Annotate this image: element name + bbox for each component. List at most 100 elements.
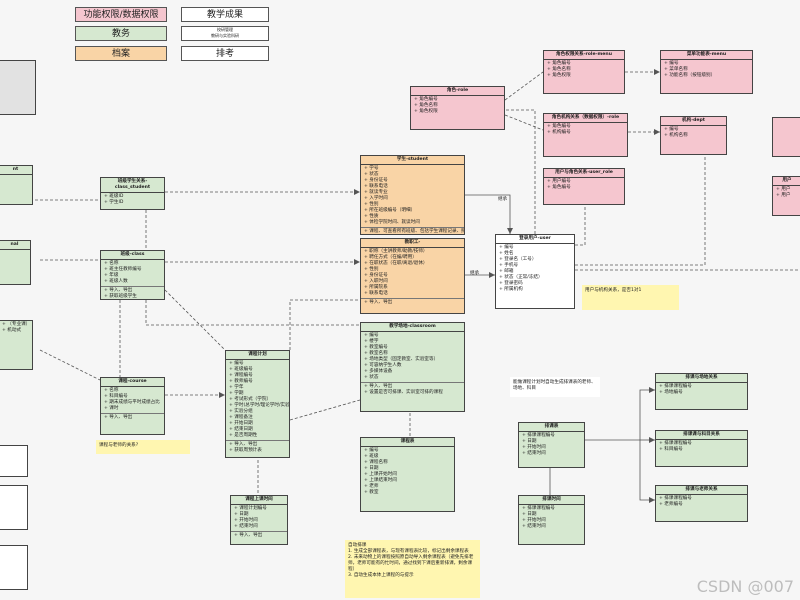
entity-title: nal <box>0 241 30 250</box>
entity-method: + 导入、导出 <box>234 533 263 538</box>
entity-fields: + 编号 + 班级 + 课程名称 + 日期 + 上课开始时间 + 上课结束时间 + 老师 + … <box>361 447 454 497</box>
entity-user-role: 用户与角色关系-user_role + 用户编号 + 角色编号 <box>543 168 625 205</box>
entity-exam: 排课表 + 排课课程编号 + 日期 + 开始时间 + 结束时间 <box>518 422 585 468</box>
entity-title: 班级学生关系-class_student <box>101 178 164 193</box>
entity-right-b: 用户 + 用户 + 用户 <box>772 176 800 216</box>
entity-left-a <box>0 60 36 115</box>
entity-field: + 是否周期性 <box>229 433 258 438</box>
entity-left-d: + （专业课） + 机动式 <box>0 320 33 370</box>
entity-methods: + 导入、导出 <box>101 414 164 422</box>
connector-label: 继承 <box>470 271 479 276</box>
entity-field: + 角色权限 <box>547 73 571 78</box>
entity-fields: + 学号 + 状态 + 身份证号 + 联系电话 + 就读专业 + 入学时间 + 性别 + 所在… <box>361 165 464 228</box>
entity-fields: + 角色编号 + 角色名称 + 角色权限 <box>411 96 504 116</box>
entity-title: 排课与场地关系 <box>656 374 747 383</box>
legend-function-data: 功能权限/数据权限 <box>75 7 167 22</box>
entity-fields: + 班级ID + 学生ID <box>101 193 164 207</box>
entity-field: + 角色权限 <box>414 109 438 114</box>
entity-field: + 课时 <box>104 406 119 411</box>
entity-role-dept: 角色机构关系（数据权限）-role + 角色编号 + 机构编号 <box>543 113 628 157</box>
connector-line <box>639 440 655 501</box>
note-auto-schedule: 自动排课 1. 生成全部课程表，与现有课程表比较，标记出剩余课程表 2. 未来动… <box>345 540 480 598</box>
entity-method: + 课程、可查看所有班级、包括学生课程记录、照片时间的、数据 <box>364 229 465 234</box>
entity-title: 排课时间 <box>519 496 584 505</box>
entity-left-g <box>0 545 28 590</box>
entity-role: 角色-role + 角色编号 + 角色名称 + 角色权限 <box>410 86 505 130</box>
entity-role-menu: 角色权限关系-role-menu + 角色编号 + 角色名称 + 角色权限 <box>543 50 625 94</box>
entity-fields: + （专业课） + 机动式 <box>0 321 32 335</box>
entity-title: 排课与老师关系 <box>656 486 747 495</box>
entity-field: + 机构编号 <box>547 130 571 135</box>
entity-title: 登录用户-user <box>496 235 574 244</box>
entity-fields: + 用户编号 + 角色编号 <box>544 178 624 192</box>
entity-title: 菜单功能表-menu <box>661 51 752 60</box>
entity-title: 课程上课时间 <box>231 496 287 505</box>
entity-left-f <box>0 485 28 530</box>
entity-teacher: 教职工- + 职称（主讲教师/助教/技师） + 聘任方式（在编/聘用） + 在职状态（… <box>360 238 465 314</box>
entity-title: 角色权限关系-role-menu <box>544 51 624 60</box>
entity-fields: + 排课课程编号 + 科目编号 <box>656 440 747 454</box>
entity-method: + 导入、导出 <box>364 300 393 305</box>
note-course-teacher: 课程与老师的关系? <box>96 440 190 454</box>
entity-schedule: 课程表 + 编号 + 班级 + 课程名称 + 日期 + 上课开始时间 + 上课结束时间 + 老… <box>360 437 455 512</box>
entity-field: + 教室 <box>364 490 379 495</box>
entity-class: 班级-class + 名称 + 班主任教师编号 + 年级 + 班级人数 + 导入、导出 + … <box>100 250 165 300</box>
entity-method: + 设置是否可排课、实训室可排的课程 <box>364 390 443 395</box>
connector-line <box>39 349 101 381</box>
entity-exam-subject: 排课课与科目关系 + 排课课程编号 + 科目编号 <box>655 430 748 467</box>
entity-fields: + 排课课程编号 + 场地编号 <box>656 383 747 397</box>
entity-title: 机构-dept <box>661 117 726 126</box>
entity-field: + 老师编号 <box>659 502 683 507</box>
entity-user: 登录用户-user + 编号 + 姓名 + 登录名（工号） + 手机号 + 邮箱 + 状态（… <box>495 234 575 309</box>
entity-field: + 机动式 <box>2 328 22 333</box>
entity-title: 角色机构关系（数据权限）-role <box>544 114 627 123</box>
entity-methods: + 导入、导出 + 设置是否可排课、实训室可排的课程 <box>361 383 464 397</box>
connector-label: 继承 <box>498 197 507 202</box>
entity-title: 课程计划 <box>226 351 289 360</box>
entity-field: + 功能名称（按钮级别） <box>664 73 716 78</box>
entity-field: + 所属机构 <box>499 287 523 292</box>
note-plan-generate: 能做课程计划时自动生成排课表的老师、场地、科目 <box>510 377 600 397</box>
connector-line <box>145 300 360 326</box>
entity-field: + 结束时间 <box>234 524 258 529</box>
entity-fields: + 编号 + 菜单名称 + 功能名称（按钮级别） <box>661 60 752 80</box>
legend-research-sub: 教研与实验科研 <box>211 33 239 38</box>
entity-fields: + 职称（主讲教师/助教/技师） + 聘任方式（在编/聘用） + 在职状态（在职/离… <box>361 248 464 299</box>
entity-method: + 获取班级学生 <box>104 294 137 299</box>
connector-line <box>504 71 544 101</box>
entity-field: + 学生ID <box>104 200 124 205</box>
entity-title: 教学场地-classroom <box>361 323 464 332</box>
entity-methods: + 课程、可查看所有班级、包括学生课程记录、照片时间的、数据 <box>361 228 465 234</box>
entity-fields: + 角色编号 + 机构编号 <box>544 123 627 137</box>
entity-menu: 菜单功能表-menu + 编号 + 菜单名称 + 功能名称（按钮级别） <box>660 50 753 94</box>
entity-methods: + 导入、导出 + 获取班级学生 <box>101 287 164 299</box>
entity-course: 课程-course + 名称 + 科目编号 + 期末成绩与平时成绩占比 + 课时 + 导入… <box>100 377 165 435</box>
entity-fields: + 课程计划编号 + 日期 + 开始时间 + 结束时间 <box>231 505 287 532</box>
entity-fields: + 编号 + 姓名 + 登录名（工号） + 手机号 + 邮箱 + 状态（正常/冻结） + 登… <box>496 244 574 294</box>
entity-methods: + 导入、导出 <box>361 299 464 307</box>
note-user-dept: 用户与机构关系，是否1对1 <box>582 285 679 310</box>
entity-field: + 联系电话 <box>364 291 388 296</box>
entity-field: + 用户 <box>776 193 791 198</box>
legend-academic: 教务 <box>75 26 167 41</box>
entity-title: 课程-course <box>101 378 164 387</box>
entity-fields: + 排课课程编号 + 日期 + 开始时间 + 结束时间 <box>519 505 584 531</box>
entity-field: + 班级人数 <box>104 279 128 284</box>
entity-methods: + 导入、导出 + 获取周预计表 <box>226 441 289 455</box>
entity-student: 学生-student + 学号 + 状态 + 身份证号 + 联系电话 + 就读专业 + 入学… <box>360 155 465 235</box>
entity-fields: + 编号 + 机构名称 <box>661 126 726 140</box>
entity-left-b: nt <box>0 165 33 205</box>
entity-plan: 课程计划 + 编号 + 班级编号 + 课程编号 + 教师编号 + 学年 + 学期 + 考试形式… <box>225 350 290 458</box>
entity-left-e <box>0 445 28 477</box>
entity-fields: + 编号 + 班级编号 + 课程编号 + 教师编号 + 学年 + 学期 + 考试形式（学院）… <box>226 360 289 441</box>
entity-fields: + 名称 + 科目编号 + 期末成绩与平时成绩占比 + 课时 <box>101 387 164 414</box>
entity-exam-room: 排课与场地关系 + 排课课程编号 + 场地编号 <box>655 373 748 410</box>
entity-field: + 机构名称 <box>664 133 688 138</box>
connector-line <box>289 299 360 350</box>
entity-title: 排课课与科目关系 <box>656 431 747 440</box>
legend-research: 校研管理 教研与实验科研 <box>181 26 269 41</box>
entity-field: + 角色编号 <box>547 185 571 190</box>
entity-title: 角色-role <box>411 87 504 96</box>
entity-title: 课程表 <box>361 438 454 447</box>
entity-fields: + 编号 + 楼宇 + 教室编号 + 教室名称 + 场地类型（固定教室、实验室等） + 可… <box>361 332 464 383</box>
